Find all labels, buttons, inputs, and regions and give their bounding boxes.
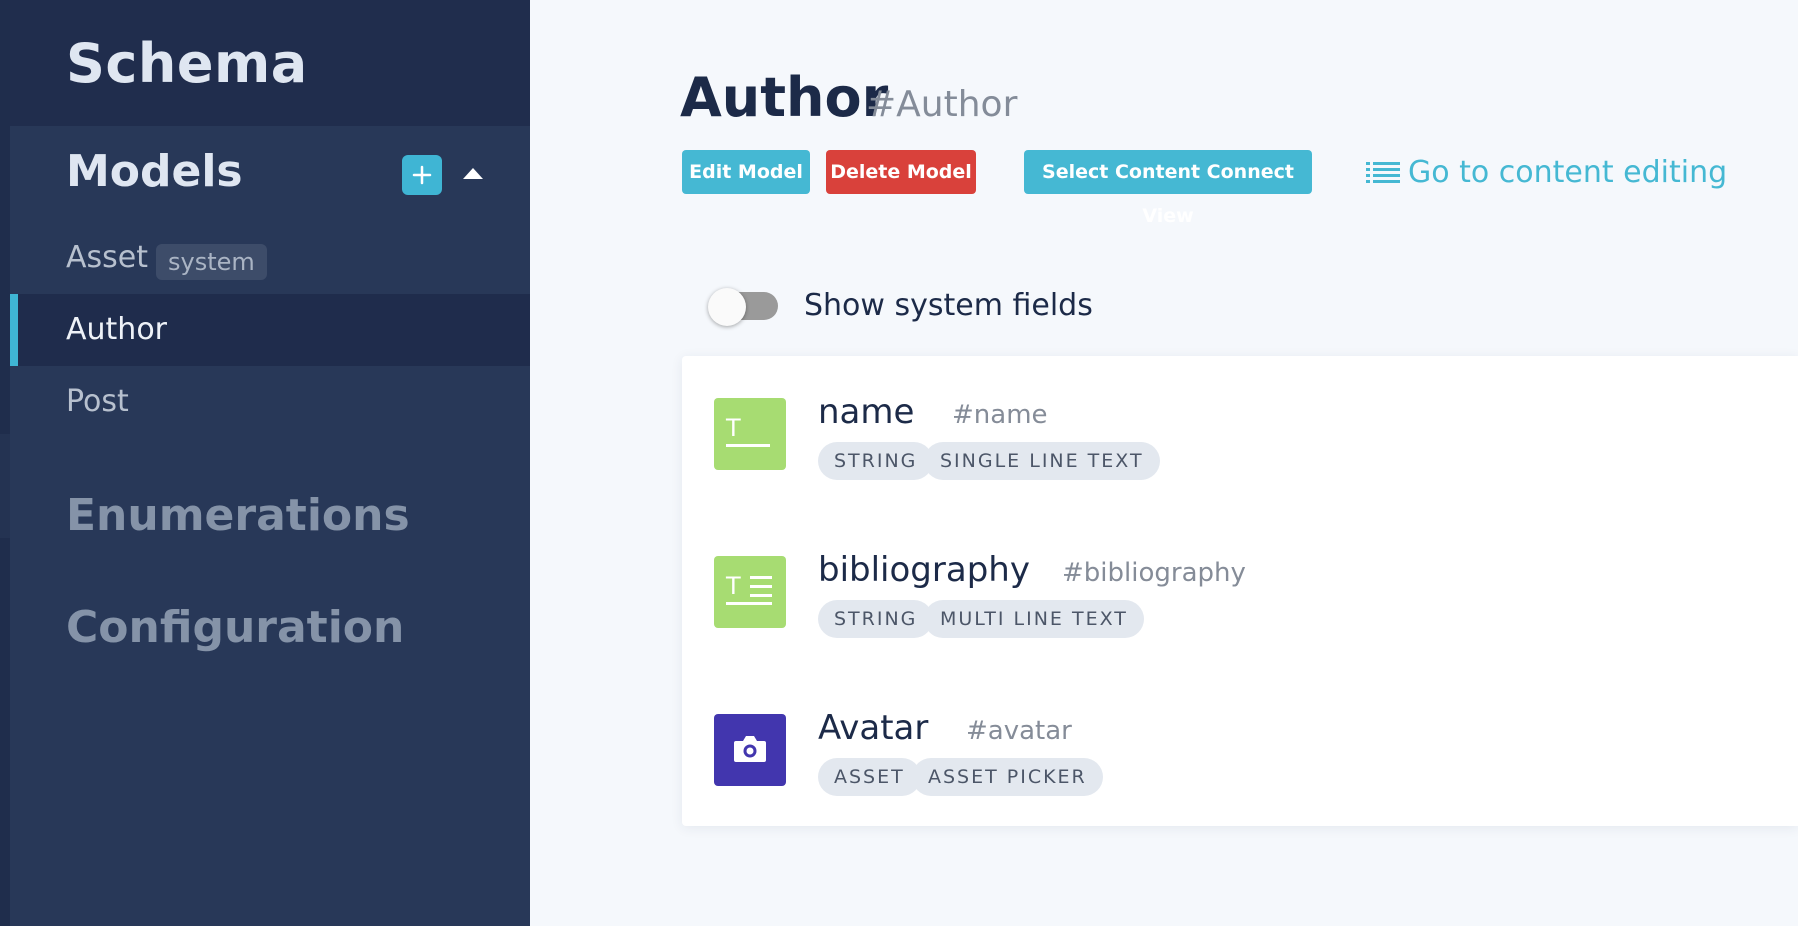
system-badge: system: [156, 244, 267, 280]
edit-model-button[interactable]: Edit Model: [682, 150, 810, 194]
field-type-tag: ASSET: [818, 758, 921, 796]
sidebar-item-label: Asset: [66, 240, 149, 275]
field-api-id: #avatar: [966, 716, 1072, 746]
field-type-tag: STRING: [818, 600, 934, 638]
caret-up-icon[interactable]: [462, 166, 484, 180]
sidebar-item-post[interactable]: Post: [10, 366, 530, 438]
page-api-id: #Author: [866, 84, 1018, 125]
field-api-id: #name: [952, 400, 1048, 430]
field-kind-tag: ASSET PICKER: [912, 758, 1103, 796]
sidebar-configuration[interactable]: Configuration: [66, 602, 404, 653]
field-kind-tag: SINGLE LINE TEXT: [924, 442, 1160, 480]
schema-title: Schema: [66, 32, 308, 95]
add-model-button[interactable]: [402, 155, 442, 195]
field-row-name[interactable]: T name #name STRING SINGLE LINE TEXT: [714, 392, 1774, 508]
toggle-knob: [708, 288, 746, 326]
field-row-avatar[interactable]: Avatar #avatar ASSET ASSET PICKER: [714, 708, 1774, 824]
field-api-id: #bibliography: [1062, 558, 1246, 588]
page-title: Author: [680, 66, 889, 129]
go-to-content-editing-label: Go to content editing: [1408, 154, 1728, 190]
sidebar-item-label: Post: [66, 384, 129, 419]
delete-model-button[interactable]: Delete Model: [826, 150, 976, 194]
go-to-content-editing-link[interactable]: Go to content editing: [1366, 152, 1727, 192]
fields-list: T name #name STRING SINGLE LINE TEXT T b…: [682, 356, 1798, 826]
sidebar-edge-notch: [0, 434, 10, 538]
select-content-connect-view-button[interactable]: Select Content Connect View: [1024, 150, 1312, 227]
svg-text:T: T: [725, 414, 741, 442]
camera-icon: [714, 714, 786, 786]
field-name: name: [818, 392, 915, 432]
sidebar-edge: [0, 0, 10, 926]
plus-icon: [412, 165, 432, 185]
field-type-tag: STRING: [818, 442, 934, 480]
multi-line-text-icon: T: [714, 556, 786, 628]
models-title: Models: [66, 146, 243, 197]
field-kind-tag: MULTI LINE TEXT: [924, 600, 1144, 638]
field-name: bibliography: [818, 550, 1030, 590]
sidebar-item-asset[interactable]: Asset system: [10, 222, 530, 294]
schema-header: Schema: [10, 0, 530, 126]
field-row-bibliography[interactable]: T bibliography #bibliography STRING MULT…: [714, 550, 1774, 666]
sidebar-enumerations[interactable]: Enumerations: [66, 490, 410, 541]
show-system-fields-label: Show system fields: [804, 288, 1093, 323]
show-system-fields-toggle[interactable]: [708, 288, 780, 326]
sidebar-item-author[interactable]: Author: [10, 294, 530, 366]
sidebar: [0, 0, 530, 926]
list-icon: [1366, 162, 1400, 183]
active-indicator: [10, 294, 18, 366]
sidebar-item-label: Author: [66, 312, 168, 347]
field-name: Avatar: [818, 708, 929, 748]
single-line-text-icon: T: [714, 398, 786, 470]
svg-text:T: T: [725, 572, 741, 600]
